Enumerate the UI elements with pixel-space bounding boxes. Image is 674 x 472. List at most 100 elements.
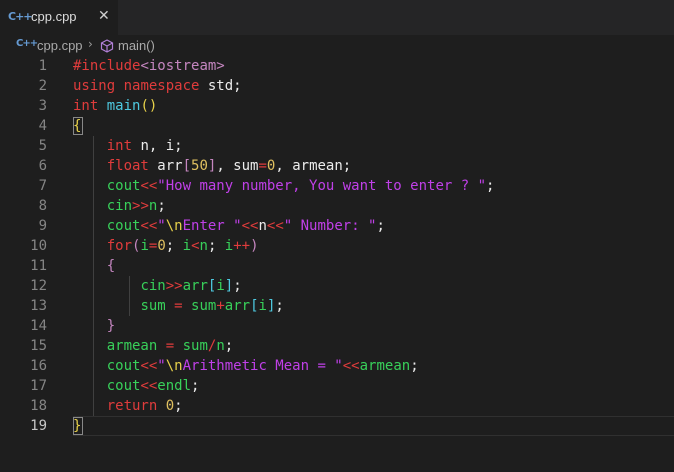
code-line[interactable]: sum = sum+arr[i]; [73,296,283,316]
line-number: 14 [30,318,47,334]
method-cube-icon [100,39,114,53]
line-number: 17 [30,378,47,394]
code-token: i [216,278,225,294]
line-number: 10 [30,238,47,254]
code-token: n [216,338,225,354]
code-token: cout [106,178,141,194]
code-token: = [174,298,183,314]
bracket-match-highlight [73,117,83,135]
line-number: 6 [38,158,47,174]
code-token: = [165,338,175,354]
code-token: sum [191,298,217,314]
code-token: arr [148,158,183,174]
code-line[interactable]: cin>>n; [73,196,166,216]
code-token: >> [165,278,183,294]
code-line[interactable]: using namespace std; [73,76,242,96]
breadcrumb-symbol[interactable]: main() [118,38,155,53]
code-token: 0 [165,398,175,414]
code-token: namespace [123,78,200,94]
line-number: 2 [38,78,47,94]
code-token: cout [106,218,141,234]
code-token: ; [191,378,200,394]
code-token: " Number: " [283,218,377,234]
code-token: " [157,218,166,234]
code-line[interactable]: } [73,316,115,336]
code-line[interactable]: cout<<"\nArithmetic Mean = "<<armean; [73,356,419,376]
breadcrumb-file[interactable]: cpp.cpp [37,38,83,53]
code-line[interactable]: for(i=0; i<n; i++) [73,236,259,256]
code-token: " [157,358,166,374]
line-number: 16 [30,358,47,374]
code-token: cin [106,198,133,214]
code-token: << [241,218,259,234]
code-token: Arithmetic Mean = " [182,358,343,374]
code-token: #include [73,58,141,74]
code-token: ; [207,238,225,254]
code-line[interactable]: armean = sum/n; [73,336,234,356]
code-token: << [140,358,158,374]
code-token: \n [165,358,183,374]
code-token: () [140,98,158,114]
code-token: ++ [233,238,251,254]
code-token: < [191,238,200,254]
code-token: Enter " [182,218,242,234]
code-token: ; [486,178,495,194]
code-token: ] [224,278,234,294]
current-line-highlight [73,416,674,436]
code-token: <iostream> [140,58,225,74]
code-token: + [216,298,225,314]
code-token: cout [106,378,141,394]
code-line[interactable]: int main() [73,96,157,116]
code-token: arr [182,278,208,294]
code-token: std; [199,78,242,94]
code-line[interactable]: return 0; [73,396,183,416]
line-number: 19 [30,418,47,434]
code-token: , sum [216,158,259,174]
tab-label: cpp.cpp [31,9,77,24]
code-token: main [106,98,141,114]
code-line[interactable]: cout<<"\nEnter "<<n<<" Number: "; [73,216,385,236]
close-icon[interactable]: ✕ [98,8,110,24]
line-number: 8 [38,198,47,214]
line-number: 15 [30,338,47,354]
code-line[interactable]: cout<<endl; [73,376,200,396]
tab-cpp-cpp[interactable]: C++ cpp.cpp ✕ [0,0,118,35]
line-number-gutter: 1 2 3 4 5 6 7 8 9 10 11 12 13 14 15 16 17 18 19 [0,57,73,472]
code-line[interactable]: int n, i; [73,136,183,156]
code-token: "How many number, You want to enter ? " [157,178,487,194]
code-token: i [258,298,267,314]
code-line[interactable]: #include<iostream> [73,56,225,76]
code-line[interactable]: cout<<"How many number, You want to ente… [73,176,495,196]
code-token: i [140,238,149,254]
code-token: ; [174,398,183,414]
code-line[interactable]: float arr[50], sum=0, armean; [73,156,352,176]
code-token: cout [106,358,141,374]
code-token: for [106,238,133,254]
code-token: } [106,318,116,334]
code-token: [ [182,158,192,174]
bracket-match-highlight [73,417,83,435]
breadcrumb: C++ cpp.cpp › main() [0,35,674,57]
code-line[interactable]: { [73,256,115,276]
code-token: ; [165,238,183,254]
indent-guide [93,136,94,416]
code-token: n, i; [132,138,183,154]
code-token: ; [224,338,234,354]
code-token: arr [224,298,251,314]
indent-guide [129,276,130,316]
chevron-right-icon: › [88,37,93,51]
code-line[interactable]: cin>>arr[i]; [73,276,241,296]
